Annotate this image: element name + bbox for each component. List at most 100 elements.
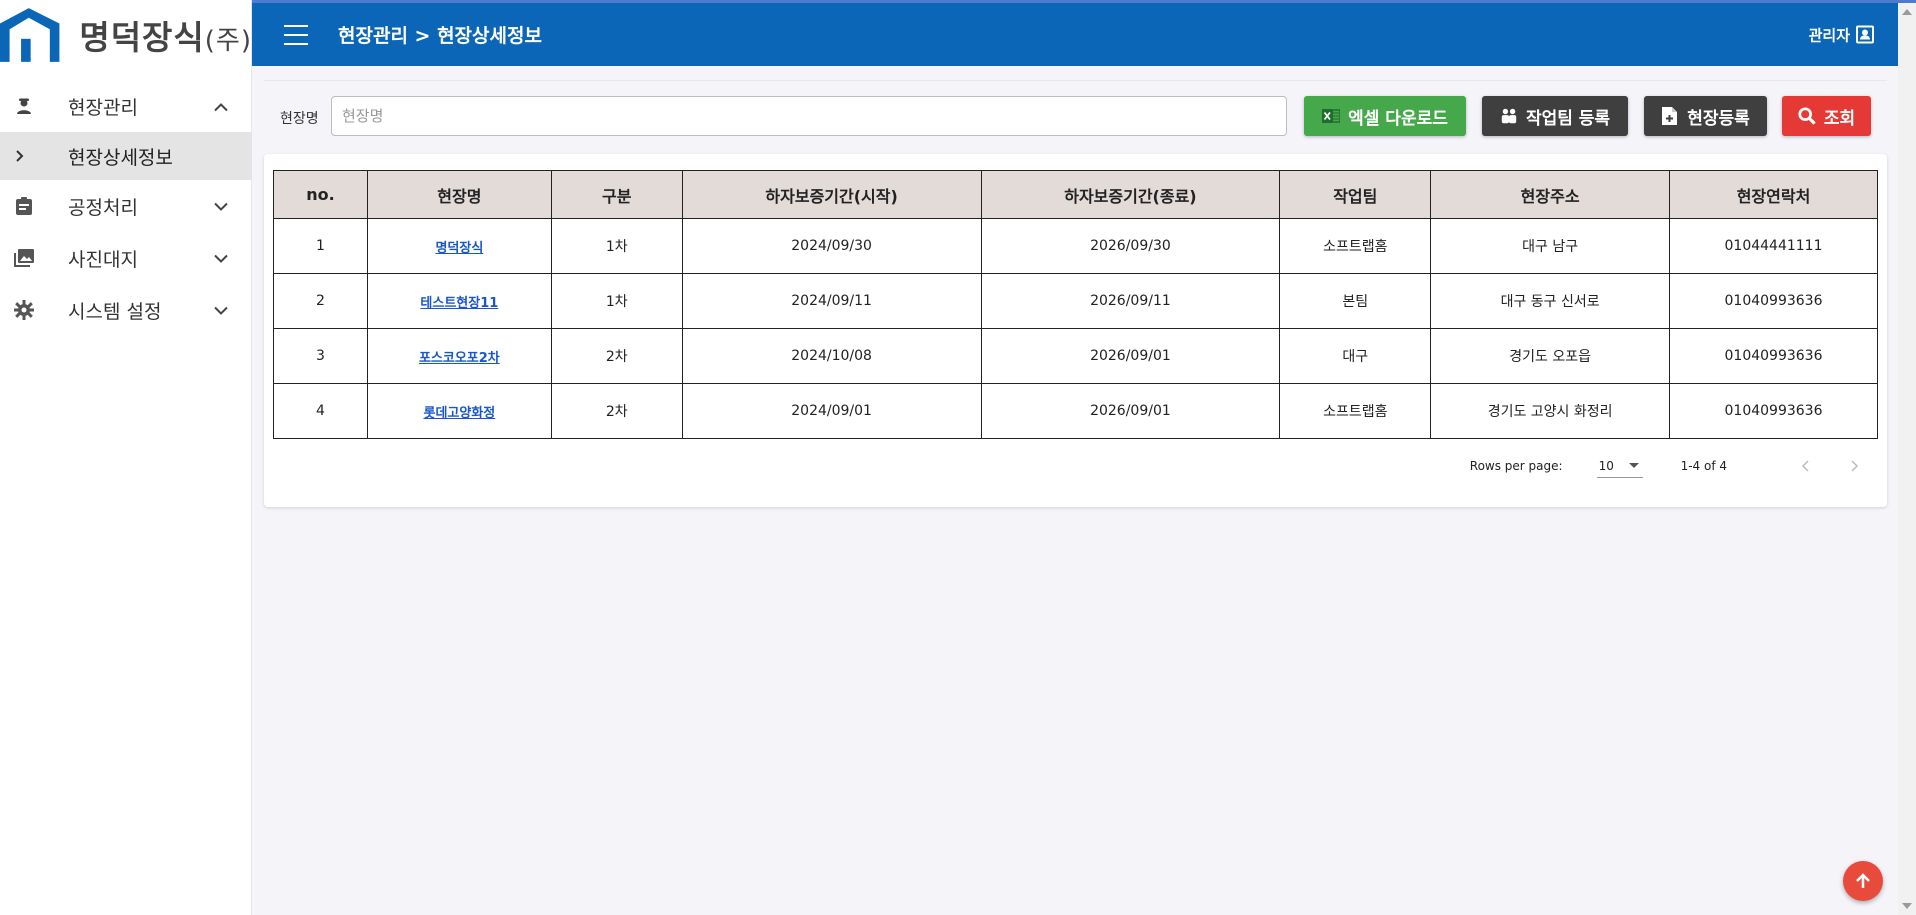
sidebar-item-label: 사진대지 — [68, 248, 138, 271]
site-name-link[interactable]: 롯데고양화정 — [423, 406, 495, 421]
cell-warranty-start: 2024/09/01 — [681, 383, 982, 439]
table-pagination: Rows per page: 10 1-4 of 4 — [1470, 454, 1867, 478]
top-app-bar: 현장관리 > 현장상세정보 관리자 — [252, 3, 1898, 66]
sidebar-item-process[interactable]: 공정처리 — [0, 180, 252, 232]
cell-contact: 01044441111 — [1669, 218, 1878, 274]
sidebar-item-photos[interactable]: 사진대지 — [0, 232, 252, 284]
cell-address: 경기도 오포읍 — [1430, 328, 1671, 384]
chevron-left-icon — [1801, 460, 1809, 472]
team-icon — [1500, 107, 1518, 125]
rows-per-page-select[interactable]: 10 — [1596, 454, 1643, 478]
cell-type: 1차 — [550, 273, 683, 329]
hamburger-menu-icon[interactable] — [284, 24, 308, 45]
cell-warranty-end: 2026/09/11 — [980, 273, 1281, 329]
table-row: 3 포스코오포2차 2차 2024/10/08 2026/09/01 대구 경기… — [273, 328, 1878, 384]
cell-contact: 01040993636 — [1669, 383, 1878, 439]
site-name-link[interactable]: 명덕장식 — [435, 241, 483, 256]
cell-no: 1 — [273, 218, 368, 274]
register-site-button[interactable]: 현장등록 — [1644, 96, 1767, 136]
cell-type: 2차 — [550, 383, 683, 439]
sidebar: 명덕장식(주) 현장관리 현장상세정보 공정처리 사진대지 시스템 설정 — [0, 0, 252, 915]
cell-site-name: 테스트현장11 — [366, 273, 552, 329]
register-team-label: 작업팀 등록 — [1525, 108, 1611, 129]
search-button-label: 조회 — [1823, 108, 1856, 129]
cell-contact: 01040993636 — [1669, 328, 1878, 384]
rows-per-page-label: Rows per page: — [1469, 459, 1563, 473]
cell-warranty-end: 2026/09/01 — [980, 383, 1281, 439]
column-header[interactable]: 현장연락처 — [1669, 170, 1878, 219]
column-header[interactable]: 하자보증기간(시작) — [681, 170, 982, 219]
cell-address: 대구 동구 신서로 — [1430, 273, 1671, 329]
photo-library-icon — [14, 248, 34, 268]
rows-per-page-value: 10 — [1598, 458, 1614, 473]
scroll-down-arrow-icon[interactable] — [1902, 903, 1912, 909]
chevron-down-icon — [214, 301, 228, 320]
cell-team: 소프트랩홈 — [1279, 218, 1432, 274]
user-menu[interactable]: 관리자 — [1809, 24, 1874, 45]
cell-no: 2 — [273, 273, 368, 329]
chevron-down-icon — [214, 197, 228, 216]
dropdown-arrow-icon — [1628, 463, 1639, 468]
chevron-right-icon — [1851, 460, 1859, 472]
cell-warranty-start: 2024/09/30 — [681, 218, 982, 274]
sidebar-item-label: 시스템 설정 — [68, 300, 162, 323]
site-table: no. 현장명 구분 하자보증기간(시작) 하자보증기간(종료) 작업팀 현장주… — [273, 170, 1878, 439]
previous-page-button[interactable] — [1793, 454, 1817, 478]
page-scrollbar[interactable] — [1898, 3, 1916, 915]
site-name-link[interactable]: 포스코오포2차 — [419, 351, 500, 366]
column-header[interactable]: 구분 — [550, 170, 683, 219]
scroll-to-top-button[interactable] — [1843, 861, 1883, 901]
site-table-card: no. 현장명 구분 하자보증기간(시작) 하자보증기간(종료) 작업팀 현장주… — [264, 154, 1887, 507]
sidebar-item-site-management[interactable]: 현장관리 — [0, 80, 252, 132]
sidebar-item-label: 공정처리 — [68, 196, 138, 219]
cell-no: 3 — [273, 328, 368, 384]
note-add-icon — [1661, 107, 1679, 125]
cell-warranty-end: 2026/09/01 — [980, 328, 1281, 384]
breadcrumb: 현장관리 > 현장상세정보 — [338, 25, 542, 47]
scroll-up-arrow-icon[interactable] — [1902, 9, 1912, 15]
cell-site-name: 명덕장식 — [366, 218, 552, 274]
column-header[interactable]: 작업팀 — [1279, 170, 1432, 219]
chevron-down-icon — [214, 249, 228, 268]
column-header[interactable]: 현장주소 — [1430, 170, 1671, 219]
sidebar-item-system-settings[interactable]: 시스템 설정 — [0, 284, 252, 336]
chevron-right-icon — [16, 147, 28, 166]
search-button[interactable]: 조회 — [1782, 96, 1871, 136]
column-header[interactable]: 하자보증기간(종료) — [980, 170, 1281, 219]
excel-download-button[interactable]: 엑셀 다운로드 — [1304, 96, 1466, 136]
next-page-button[interactable] — [1843, 454, 1867, 478]
sidebar-item-site-detail[interactable]: 현장상세정보 — [0, 132, 252, 180]
table-row: 4 롯데고양화정 2차 2024/09/01 2026/09/01 소프트랩홈 … — [273, 383, 1878, 439]
cell-warranty-start: 2024/10/08 — [681, 328, 982, 384]
search-toolbar: 현장명 엑셀 다운로드 작업팀 등록 현장등록 조회 — [264, 80, 1887, 154]
divider — [264, 80, 1887, 81]
register-team-button[interactable]: 작업팀 등록 — [1482, 96, 1628, 136]
column-header[interactable]: no. — [273, 170, 368, 219]
cell-address: 대구 남구 — [1430, 218, 1671, 274]
pagination-range: 1-4 of 4 — [1680, 459, 1727, 473]
sidebar-item-label: 현장상세정보 — [68, 146, 173, 169]
worker-icon — [14, 96, 34, 116]
cell-site-name: 롯데고양화정 — [366, 383, 552, 439]
account-box-icon — [1856, 25, 1874, 44]
cell-type: 2차 — [550, 328, 683, 384]
cell-warranty-end: 2026/09/30 — [980, 218, 1281, 274]
site-name-link[interactable]: 테스트현장11 — [420, 296, 498, 311]
column-header[interactable]: 현장명 — [366, 170, 552, 219]
cell-address: 경기도 고양시 화정리 — [1430, 383, 1671, 439]
brand-logo[interactable]: 명덕장식(주) — [0, 2, 252, 68]
table-row: 2 테스트현장11 1차 2024/09/11 2026/09/11 본팀 대구… — [273, 273, 1878, 329]
cell-no: 4 — [273, 383, 368, 439]
cell-type: 1차 — [550, 218, 683, 274]
brand-name: 명덕장식(주) — [79, 18, 252, 57]
sidebar-nav: 현장관리 현장상세정보 공정처리 사진대지 시스템 설정 — [0, 80, 252, 336]
table-header-row: no. 현장명 구분 하자보증기간(시작) 하자보증기간(종료) 작업팀 현장주… — [273, 170, 1878, 219]
excel-icon — [1322, 107, 1341, 125]
arrow-up-icon — [1856, 873, 1870, 888]
register-site-label: 현장등록 — [1687, 108, 1750, 129]
site-name-label: 현장명 — [280, 111, 319, 127]
house-logo-icon — [0, 8, 60, 62]
cell-site-name: 포스코오포2차 — [366, 328, 552, 384]
site-name-search-input[interactable] — [331, 96, 1287, 136]
cell-warranty-start: 2024/09/11 — [681, 273, 982, 329]
